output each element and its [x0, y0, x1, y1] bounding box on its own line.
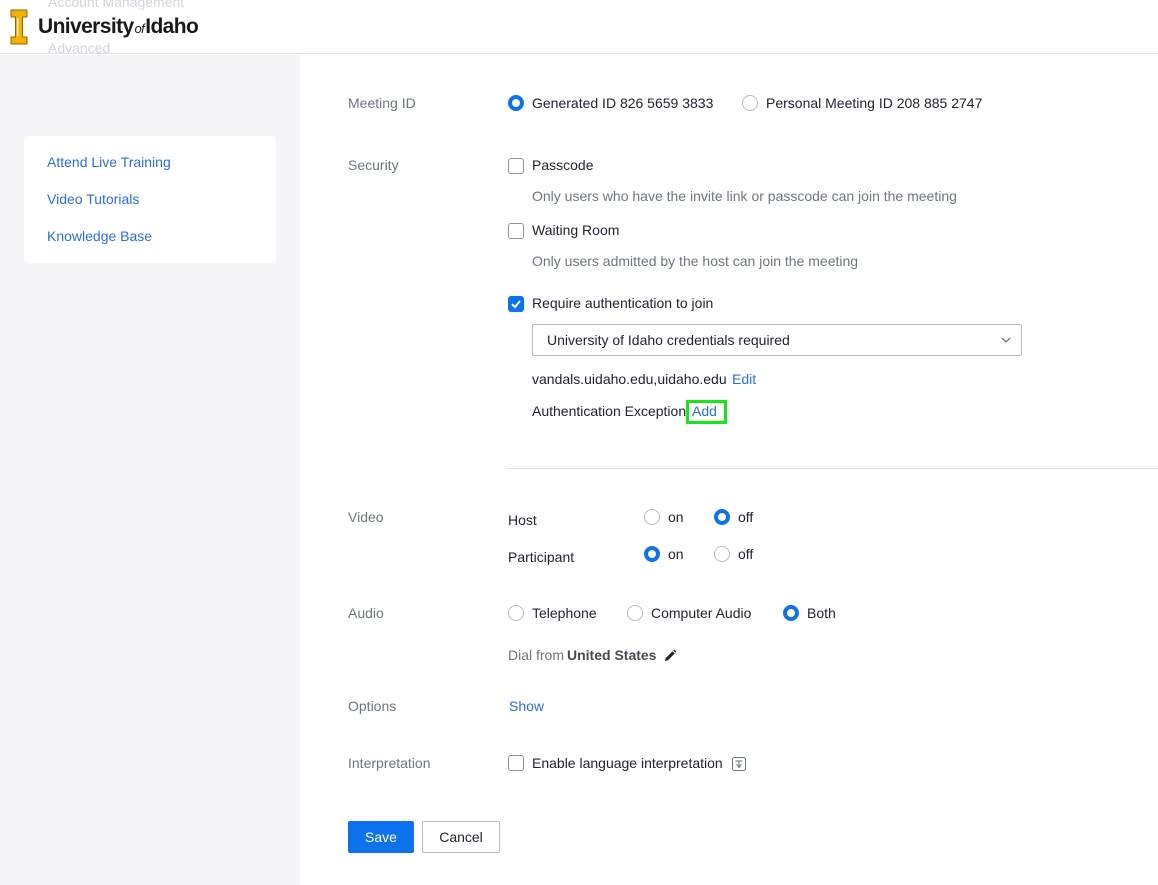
- sidebar-item-attend-live-training[interactable]: Attend Live Training: [47, 154, 171, 170]
- host-video-off-radio[interactable]: [714, 509, 730, 525]
- require-auth-checkbox[interactable]: [508, 296, 524, 312]
- waiting-room-hint: Only users admitted by the host can join…: [532, 253, 859, 269]
- passcode-checkbox[interactable]: [508, 158, 524, 174]
- participant-video-on-radio[interactable]: [644, 546, 660, 562]
- sidebar-item-knowledge-base[interactable]: Knowledge Base: [47, 228, 152, 244]
- show-options-link[interactable]: Show: [509, 698, 544, 714]
- interpretation-enable-label[interactable]: Enable language interpretation: [532, 755, 723, 771]
- dial-from-label: Dial from: [508, 647, 565, 663]
- checkmark-icon: [511, 300, 521, 309]
- video-label: Video: [348, 509, 384, 525]
- save-button[interactable]: Save: [348, 821, 414, 853]
- waiting-room-label[interactable]: Waiting Room: [532, 222, 619, 238]
- sidebar-item-video-tutorials[interactable]: Video Tutorials: [47, 191, 139, 207]
- highlight-box: [686, 400, 727, 424]
- telephone-label[interactable]: Telephone: [532, 605, 597, 621]
- telephone-radio[interactable]: [508, 605, 524, 621]
- auth-domains: vandals.uidaho.edu,uidaho.edu: [532, 371, 727, 387]
- dial-from-country: United States: [567, 647, 657, 663]
- personal-id-label[interactable]: Personal Meeting ID 208 885 2747: [766, 95, 982, 111]
- auth-method-value: University of Idaho credentials required: [547, 332, 790, 348]
- generated-id-radio[interactable]: [508, 95, 524, 111]
- logo-word-of: of: [134, 21, 145, 36]
- auth-exception-label: Authentication Exception: [532, 403, 687, 419]
- interpretation-checkbox[interactable]: [508, 755, 524, 771]
- cancel-button[interactable]: Cancel: [422, 821, 500, 853]
- audio-label: Audio: [348, 605, 384, 621]
- host-label: Host: [508, 512, 537, 528]
- passcode-hint: Only users who have the invite link or p…: [532, 188, 957, 204]
- computer-audio-radio[interactable]: [627, 605, 643, 621]
- auth-method-select[interactable]: University of Idaho credentials required: [532, 324, 1022, 356]
- interpretation-info-icon[interactable]: [732, 757, 746, 774]
- host-video-on-label[interactable]: on: [668, 509, 684, 525]
- logo-word-idaho: Idaho: [145, 15, 199, 38]
- participant-video-off-label[interactable]: off: [738, 546, 753, 562]
- meeting-id-label: Meeting ID: [348, 95, 416, 111]
- generated-id-label[interactable]: Generated ID 826 5659 3833: [532, 95, 713, 111]
- computer-audio-label[interactable]: Computer Audio: [651, 605, 751, 621]
- participant-video-off-radio[interactable]: [714, 546, 730, 562]
- both-audio-radio[interactable]: [783, 605, 799, 621]
- section-divider: [506, 468, 1158, 469]
- logo-word-university: University: [38, 15, 134, 38]
- both-audio-label[interactable]: Both: [807, 605, 836, 621]
- logo-wordmark: UniversityofIdaho: [38, 15, 199, 39]
- host-video-on-radio[interactable]: [644, 509, 660, 525]
- participant-label: Participant: [508, 549, 575, 565]
- help-links-card: Attend Live Training Video Tutorials Kno…: [24, 136, 276, 263]
- passcode-label[interactable]: Passcode: [532, 157, 593, 173]
- university-logo[interactable]: UniversityofIdaho: [10, 9, 199, 45]
- security-label: Security: [348, 157, 399, 173]
- options-label: Options: [348, 698, 397, 714]
- top-header: Account Management Advanced Universityof…: [0, 0, 1158, 56]
- personal-id-radio[interactable]: [742, 95, 758, 111]
- participant-video-on-label[interactable]: on: [668, 546, 684, 562]
- interpretation-label: Interpretation: [348, 755, 431, 771]
- require-auth-label[interactable]: Require authentication to join: [532, 295, 713, 311]
- waiting-room-checkbox[interactable]: [508, 223, 524, 239]
- pencil-edit-icon[interactable]: [663, 649, 677, 666]
- edit-domains-link[interactable]: Edit: [732, 371, 756, 387]
- chevron-down-icon: [1001, 337, 1011, 343]
- sidebar: Attend Live Training Video Tutorials Kno…: [0, 55, 300, 885]
- idaho-i-icon: [10, 9, 28, 45]
- host-video-off-label[interactable]: off: [738, 509, 753, 525]
